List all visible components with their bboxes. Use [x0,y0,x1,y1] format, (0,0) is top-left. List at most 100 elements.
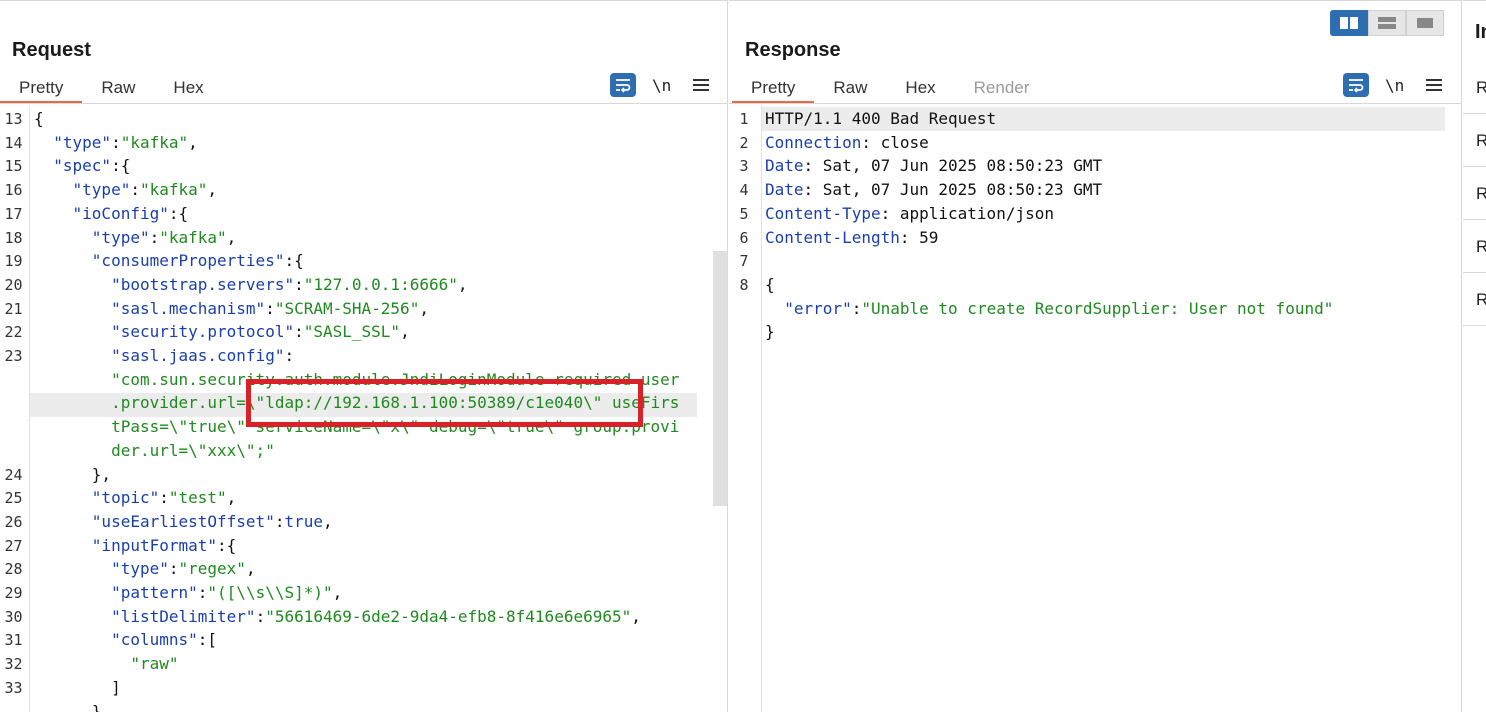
response-tab-hex[interactable]: Hex [886,77,954,104]
code-punct-token: , [226,488,237,508]
line-number: 3 [739,157,749,176]
code-string-token: "test" [168,488,227,508]
code-line: 15 "spec":{ [0,154,727,178]
line-number: 29 [4,584,23,602]
line-number: 16 [4,181,23,200]
code-punct-token [34,488,92,507]
show-newlines-button[interactable]: \n [652,76,671,95]
code-line: 17 "ioConfig":{ [0,202,727,226]
code-punct-token [34,417,111,436]
word-wrap-icon[interactable] [610,73,636,97]
code-line: 29 "pattern":"([\\s\\S]*)", [0,581,727,605]
line-number: 25 [4,489,23,508]
inspector-item[interactable]: R [1463,61,1486,114]
code-line: 19 "consumerProperties":{ [0,249,727,273]
line-number: 30 [4,607,23,626]
code-line: 4 Date: Sat, 07 Jun 2025 08:50:23 GMT [729,178,1461,202]
code-line: 16 "type":"kafka", [0,178,727,202]
inspector-item[interactable]: R [1463,273,1486,326]
request-tab-hex[interactable]: Hex [154,77,222,104]
code-text: "security.protocol":"SASL_SSL", [34,320,410,344]
code-text: } [34,700,102,712]
response-divider [729,103,1461,104]
response-editor[interactable]: 1 HTTP/1.1 400 Bad Request 2 Connection: cl… [729,105,1461,712]
code-text: "ioConfig":{ [34,202,189,226]
response-pane: Response Pretty Raw Hex Render \n 1 HTTP/… [729,0,1462,712]
line-number: 21 [4,299,23,318]
code-key-token: "columns" [111,630,198,650]
code-key-token: "consumerProperties" [91,251,285,271]
code-punct-token [34,370,111,389]
code-key-token: true [284,511,323,531]
code-punct-token [34,441,111,460]
code-punct-token: :{ [217,535,237,555]
code-text: "sasl.mechanism":"SCRAM-SHA-256", [34,297,429,321]
response-tab-render[interactable]: Render [955,77,1049,104]
code-text: "listDelimiter":"56616469-6de2-9da4-efb8… [34,605,641,629]
word-wrap-icon[interactable] [1343,73,1369,97]
request-tab-raw[interactable]: Raw [82,77,154,104]
line-number: 33 [4,678,23,697]
code-string-token: "kafka" [120,132,189,152]
line-number: 31 [4,631,23,650]
request-tab-pretty[interactable]: Pretty [0,77,83,104]
code-text: "useEarliestOffset":true, [34,510,333,534]
code-text: "sasl.jaas.config": [34,344,294,368]
code-key-token: "error" [784,298,852,318]
code-string-token: "([\\s\\S]*)" [207,583,333,602]
code-punct-token [34,275,111,294]
code-key-token: "spec" [53,156,112,176]
show-newlines-button[interactable]: \n [1385,76,1404,95]
code-line: 27 "inputFormat":{ [0,534,727,558]
inspector-item[interactable]: R [1463,220,1486,273]
code-punct-token: : [159,488,169,508]
code-text: "columns":[ [34,628,217,652]
line-number: 28 [4,560,23,579]
line-number: 17 [4,204,23,223]
code-key-token: "security.protocol" [111,322,295,342]
code-punct-token: HTTP/1.1 400 Bad Request [765,109,997,128]
code-punct-token: , [631,606,641,626]
code-string-token: "kafka" [139,180,208,200]
response-tab-raw[interactable]: Raw [814,77,886,104]
single-pane-layout-icon[interactable] [1406,10,1444,36]
code-line: 25 "topic":"test", [0,486,727,510]
line-number: 26 [4,512,23,531]
code-key-token: "type" [91,227,150,247]
response-tab-pretty[interactable]: Pretty [732,77,815,104]
code-punct-token: : [294,322,304,342]
code-line: 31 "columns":[ [0,628,727,652]
hamburger-menu-icon[interactable] [693,76,710,94]
inspector-pane: In R R R R R [1463,0,1486,712]
code-line: } [0,700,727,712]
code-punct-token: }, [34,464,112,484]
code-text: { [765,273,775,297]
code-punct-token: : close [861,132,929,152]
request-scrollbar[interactable] [713,251,727,506]
code-text: HTTP/1.1 400 Bad Request [765,107,996,131]
hamburger-menu-icon[interactable] [1426,76,1443,94]
code-text: "bootstrap.servers":"127.0.0.1:6666", [34,273,467,297]
code-text: "type":"regex", [34,557,256,581]
code-key-token: "type" [72,180,131,200]
code-key-token: "type" [111,559,169,579]
inspector-item[interactable]: R [1463,114,1486,167]
line-number: 23 [4,347,23,365]
code-punct-token: : [294,274,304,294]
inspector-item[interactable]: R [1463,167,1486,220]
code-line: 13 { [0,107,727,131]
response-title: Response [745,39,841,61]
code-line: 20 "bootstrap.servers":"127.0.0.1:6666", [0,273,727,297]
code-punct-token: : 59 [899,227,939,247]
split-vertical-layout-icon[interactable] [1368,10,1406,36]
code-line: der.url=\"xxx\";" [0,439,727,463]
code-punct-token: : [197,583,208,602]
line-number: 13 [4,110,23,128]
line-number: 2 [739,133,749,152]
line-number: 18 [4,228,23,247]
request-pane: Request Pretty Raw Hex \n 13{14 "type":"… [0,0,728,712]
code-key-token: Date [765,180,804,200]
code-punct-token: : [255,606,266,626]
code-punct-token: } [765,322,775,342]
split-horizontal-layout-icon[interactable] [1330,10,1368,36]
